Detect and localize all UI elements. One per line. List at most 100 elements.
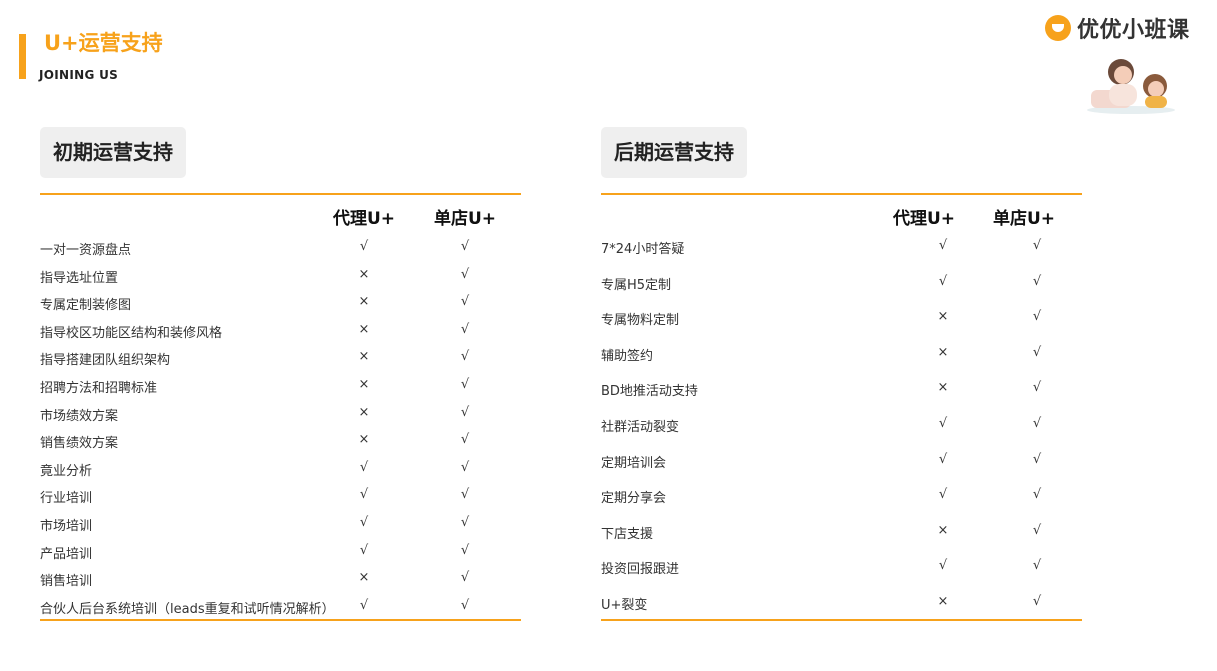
agent-support-mark: √ (359, 597, 369, 613)
page-subtitle: JOINING US (39, 68, 119, 82)
column-header-store: 单店U+ (433, 209, 497, 229)
table-top-rule (40, 193, 521, 195)
column-header-agent: 代理U+ (892, 209, 956, 229)
row-label: 市场培训 (40, 518, 93, 534)
brand-logo: 优优小班课 (1045, 14, 1190, 43)
table-row: 竟业分析 √ √ (40, 460, 521, 488)
agent-support-mark: √ (938, 415, 948, 431)
agent-support-mark: √ (938, 558, 948, 574)
table-row: 专属物料定制 × √ (601, 309, 1082, 345)
store-support-mark: √ (460, 404, 470, 420)
store-support-mark: √ (460, 514, 470, 530)
agent-support-mark: √ (359, 514, 369, 530)
store-support-mark: √ (1032, 487, 1042, 503)
store-support-mark: √ (1032, 593, 1042, 609)
table-row: BD地推活动支持 × √ (601, 380, 1082, 416)
row-label: 招聘方法和招聘标准 (40, 380, 158, 396)
store-support-mark: √ (1032, 238, 1042, 253)
title-accent-bar (19, 34, 26, 79)
row-label: 产品培训 (40, 546, 93, 562)
row-label: 社群活动裂变 (601, 419, 680, 435)
initial-support-table: 一对一资源盘点 √ √ 指导选址位置 × √ 专属定制装修图 × √ 指导校区功能区结构和装修风格… (40, 239, 521, 625)
agent-support-mark: × (358, 376, 370, 392)
store-support-mark: √ (1032, 344, 1042, 360)
table-row: 行业培训 √ √ (40, 487, 521, 515)
row-label: 投资回报跟进 (601, 562, 680, 578)
table-row: 专属定制装修图 × √ (40, 294, 521, 322)
store-support-mark: √ (460, 487, 470, 503)
store-support-mark: √ (460, 459, 470, 475)
table-row: 市场培训 √ √ (40, 515, 521, 543)
section-title: 初期运营支持 (40, 127, 186, 178)
row-label: 行业培训 (40, 491, 93, 507)
table-row: 指导搭建团队组织架构 × √ (40, 349, 521, 377)
store-support-mark: √ (460, 321, 470, 337)
agent-support-mark: × (358, 570, 370, 586)
brand-smile-icon (1045, 15, 1071, 41)
store-support-mark: √ (1032, 273, 1042, 289)
table-row: 指导选址位置 × √ (40, 267, 521, 295)
table-row: 定期培训会 √ √ (601, 452, 1082, 488)
agent-support-mark: × (358, 321, 370, 337)
table-bottom-rule (40, 619, 521, 621)
store-support-mark: √ (1032, 380, 1042, 396)
row-label: 竟业分析 (40, 463, 93, 479)
row-label: U+裂变 (601, 597, 648, 613)
row-label: 下店支援 (601, 526, 654, 542)
store-support-mark: √ (460, 349, 470, 365)
store-support-mark: √ (460, 239, 470, 254)
row-label: 市场绩效方案 (40, 408, 119, 424)
store-support-mark: √ (460, 597, 470, 613)
table-row: 社群活动裂变 √ √ (601, 416, 1082, 452)
store-support-mark: √ (1032, 522, 1042, 538)
table-bottom-rule (601, 619, 1082, 621)
later-support-section: 后期运营支持 代理U+ 单店U+ 7*24小时答疑 √ √ 专属H5定制 √ √ 专属物料定… (601, 127, 1082, 621)
row-label: 7*24小时答疑 (601, 242, 685, 257)
agent-support-mark: √ (938, 238, 948, 253)
row-label: 辅助签约 (601, 348, 654, 364)
agent-support-mark: √ (359, 459, 369, 475)
store-support-mark: √ (1032, 415, 1042, 431)
store-support-mark: √ (1032, 309, 1042, 325)
row-label: 指导选址位置 (40, 270, 119, 286)
table-row: 产品培训 √ √ (40, 543, 521, 571)
agent-support-mark: √ (359, 239, 369, 254)
agent-support-mark: × (358, 349, 370, 365)
row-label: 专属物料定制 (601, 313, 680, 329)
row-label: 合伙人后台系统培训（leads重复和试听情况解析） (40, 601, 335, 617)
row-label: BD地推活动支持 (601, 384, 698, 400)
table-row: 一对一资源盘点 √ √ (40, 239, 521, 267)
table-row: 销售绩效方案 × √ (40, 432, 521, 460)
row-label: 定期培训会 (601, 455, 667, 471)
table-row: 合伙人后台系统培训（leads重复和试听情况解析） √ √ (40, 598, 521, 626)
agent-support-mark: √ (359, 542, 369, 558)
row-label: 销售绩效方案 (40, 436, 119, 452)
table-row: 专属H5定制 √ √ (601, 274, 1082, 310)
row-label: 一对一资源盘点 (40, 243, 132, 258)
agent-support-mark: √ (938, 487, 948, 503)
agent-support-mark: × (937, 309, 949, 325)
agent-support-mark: √ (359, 487, 369, 503)
agent-support-mark: × (937, 522, 949, 538)
table-row: 辅助签约 × √ (601, 345, 1082, 381)
agent-support-mark: √ (938, 451, 948, 467)
table-top-rule (601, 193, 1082, 195)
row-label: 指导搭建团队组织架构 (40, 353, 171, 369)
table-row: 下店支援 × √ (601, 523, 1082, 559)
agent-support-mark: × (358, 294, 370, 310)
row-label: 销售培训 (40, 574, 93, 590)
page-title: U+运营支持 (44, 31, 163, 55)
column-header-store: 单店U+ (992, 209, 1056, 229)
store-support-mark: √ (1032, 451, 1042, 467)
store-support-mark: √ (460, 570, 470, 586)
section-title: 后期运营支持 (601, 127, 747, 178)
table-row: 招聘方法和招聘标准 × √ (40, 377, 521, 405)
table-row: 指导校区功能区结构和装修风格 × √ (40, 322, 521, 350)
store-support-mark: √ (460, 542, 470, 558)
table-row: 市场绩效方案 × √ (40, 405, 521, 433)
teacher-child-photo (1087, 59, 1175, 114)
row-label: 专属H5定制 (601, 277, 672, 293)
agent-support-mark: × (358, 266, 370, 282)
row-label: 定期分享会 (601, 491, 667, 507)
row-label: 专属定制装修图 (40, 298, 132, 314)
